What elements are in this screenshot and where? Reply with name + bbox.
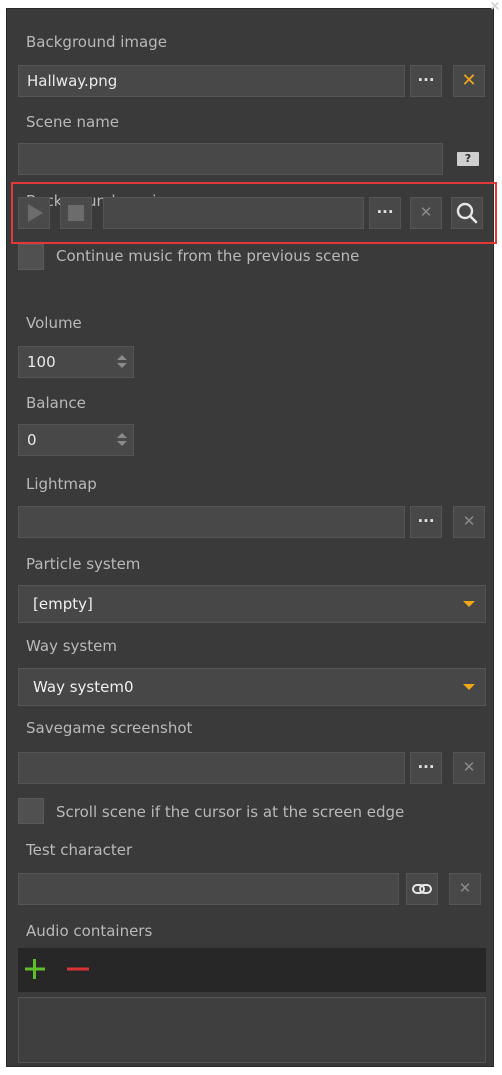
- audio-containers-toolbar: [18, 948, 486, 992]
- lightmap-browse-button[interactable]: ···: [410, 506, 442, 538]
- chevron-down-icon: [463, 601, 475, 607]
- background-image-browse-button[interactable]: ···: [410, 65, 442, 97]
- test-character-label: Test character: [26, 841, 133, 859]
- particle-system-value: [empty]: [33, 595, 93, 613]
- chevron-down-icon: [463, 684, 475, 690]
- audio-containers-label: Audio containers: [26, 922, 153, 940]
- balance-label: Balance: [26, 394, 86, 412]
- search-icon: [456, 202, 478, 224]
- continue-music-label: Continue music from the previous scene: [56, 247, 360, 265]
- background-music-browse-button[interactable]: ···: [369, 197, 401, 229]
- volume-spinbox[interactable]: 100: [18, 346, 134, 378]
- background-music-field[interactable]: [103, 197, 364, 229]
- help-icon-glyph: ?: [464, 152, 472, 165]
- audio-containers-list[interactable]: [18, 997, 486, 1063]
- link-icon: [412, 884, 432, 894]
- way-system-select[interactable]: Way system0: [18, 668, 486, 706]
- background-image-field[interactable]: Hallway.png: [18, 65, 405, 97]
- lightmap-label: Lightmap: [26, 475, 97, 493]
- scroll-scene-label: Scroll scene if the cursor is at the scr…: [56, 803, 405, 821]
- test-character-field[interactable]: [18, 873, 399, 905]
- play-button[interactable]: [18, 197, 50, 229]
- lightmap-field[interactable]: [18, 506, 405, 538]
- plus-icon[interactable]: [24, 958, 46, 980]
- scene-name-field[interactable]: [18, 143, 443, 175]
- help-icon[interactable]: ?: [457, 152, 479, 166]
- volume-label: Volume: [26, 314, 82, 332]
- savegame-screenshot-label: Savegame screenshot: [26, 719, 193, 737]
- background-image-label: Background image: [26, 33, 167, 51]
- play-icon: [28, 204, 43, 222]
- test-character-link-button[interactable]: [406, 873, 438, 905]
- balance-spinbox[interactable]: 0: [18, 424, 134, 456]
- background-music-clear-button[interactable]: ✕: [410, 197, 442, 229]
- close-icon[interactable]: ×: [488, 0, 502, 14]
- balance-value: 0: [27, 431, 37, 449]
- test-character-clear-button[interactable]: ✕: [449, 873, 481, 905]
- background-music-search-button[interactable]: [451, 197, 483, 229]
- balance-stepper-icon[interactable]: [117, 432, 127, 450]
- savegame-screenshot-field[interactable]: [18, 752, 405, 784]
- scene-name-label: Scene name: [26, 113, 120, 131]
- volume-value: 100: [27, 353, 56, 371]
- scroll-scene-checkbox[interactable]: [18, 798, 44, 824]
- stop-button[interactable]: [60, 197, 92, 229]
- stop-icon: [68, 205, 84, 221]
- particle-system-select[interactable]: [empty]: [18, 585, 486, 623]
- continue-music-checkbox[interactable]: [18, 244, 44, 270]
- savegame-screenshot-clear-button[interactable]: ✕: [453, 752, 485, 784]
- volume-stepper-icon[interactable]: [117, 354, 127, 372]
- minus-icon[interactable]: [66, 958, 90, 980]
- background-image-clear-button[interactable]: ✕: [453, 65, 485, 97]
- savegame-screenshot-browse-button[interactable]: ···: [410, 752, 442, 784]
- way-system-label: Way system: [26, 637, 117, 655]
- particle-system-label: Particle system: [26, 555, 141, 573]
- lightmap-clear-button[interactable]: ✕: [453, 506, 485, 538]
- way-system-value: Way system0: [33, 678, 134, 696]
